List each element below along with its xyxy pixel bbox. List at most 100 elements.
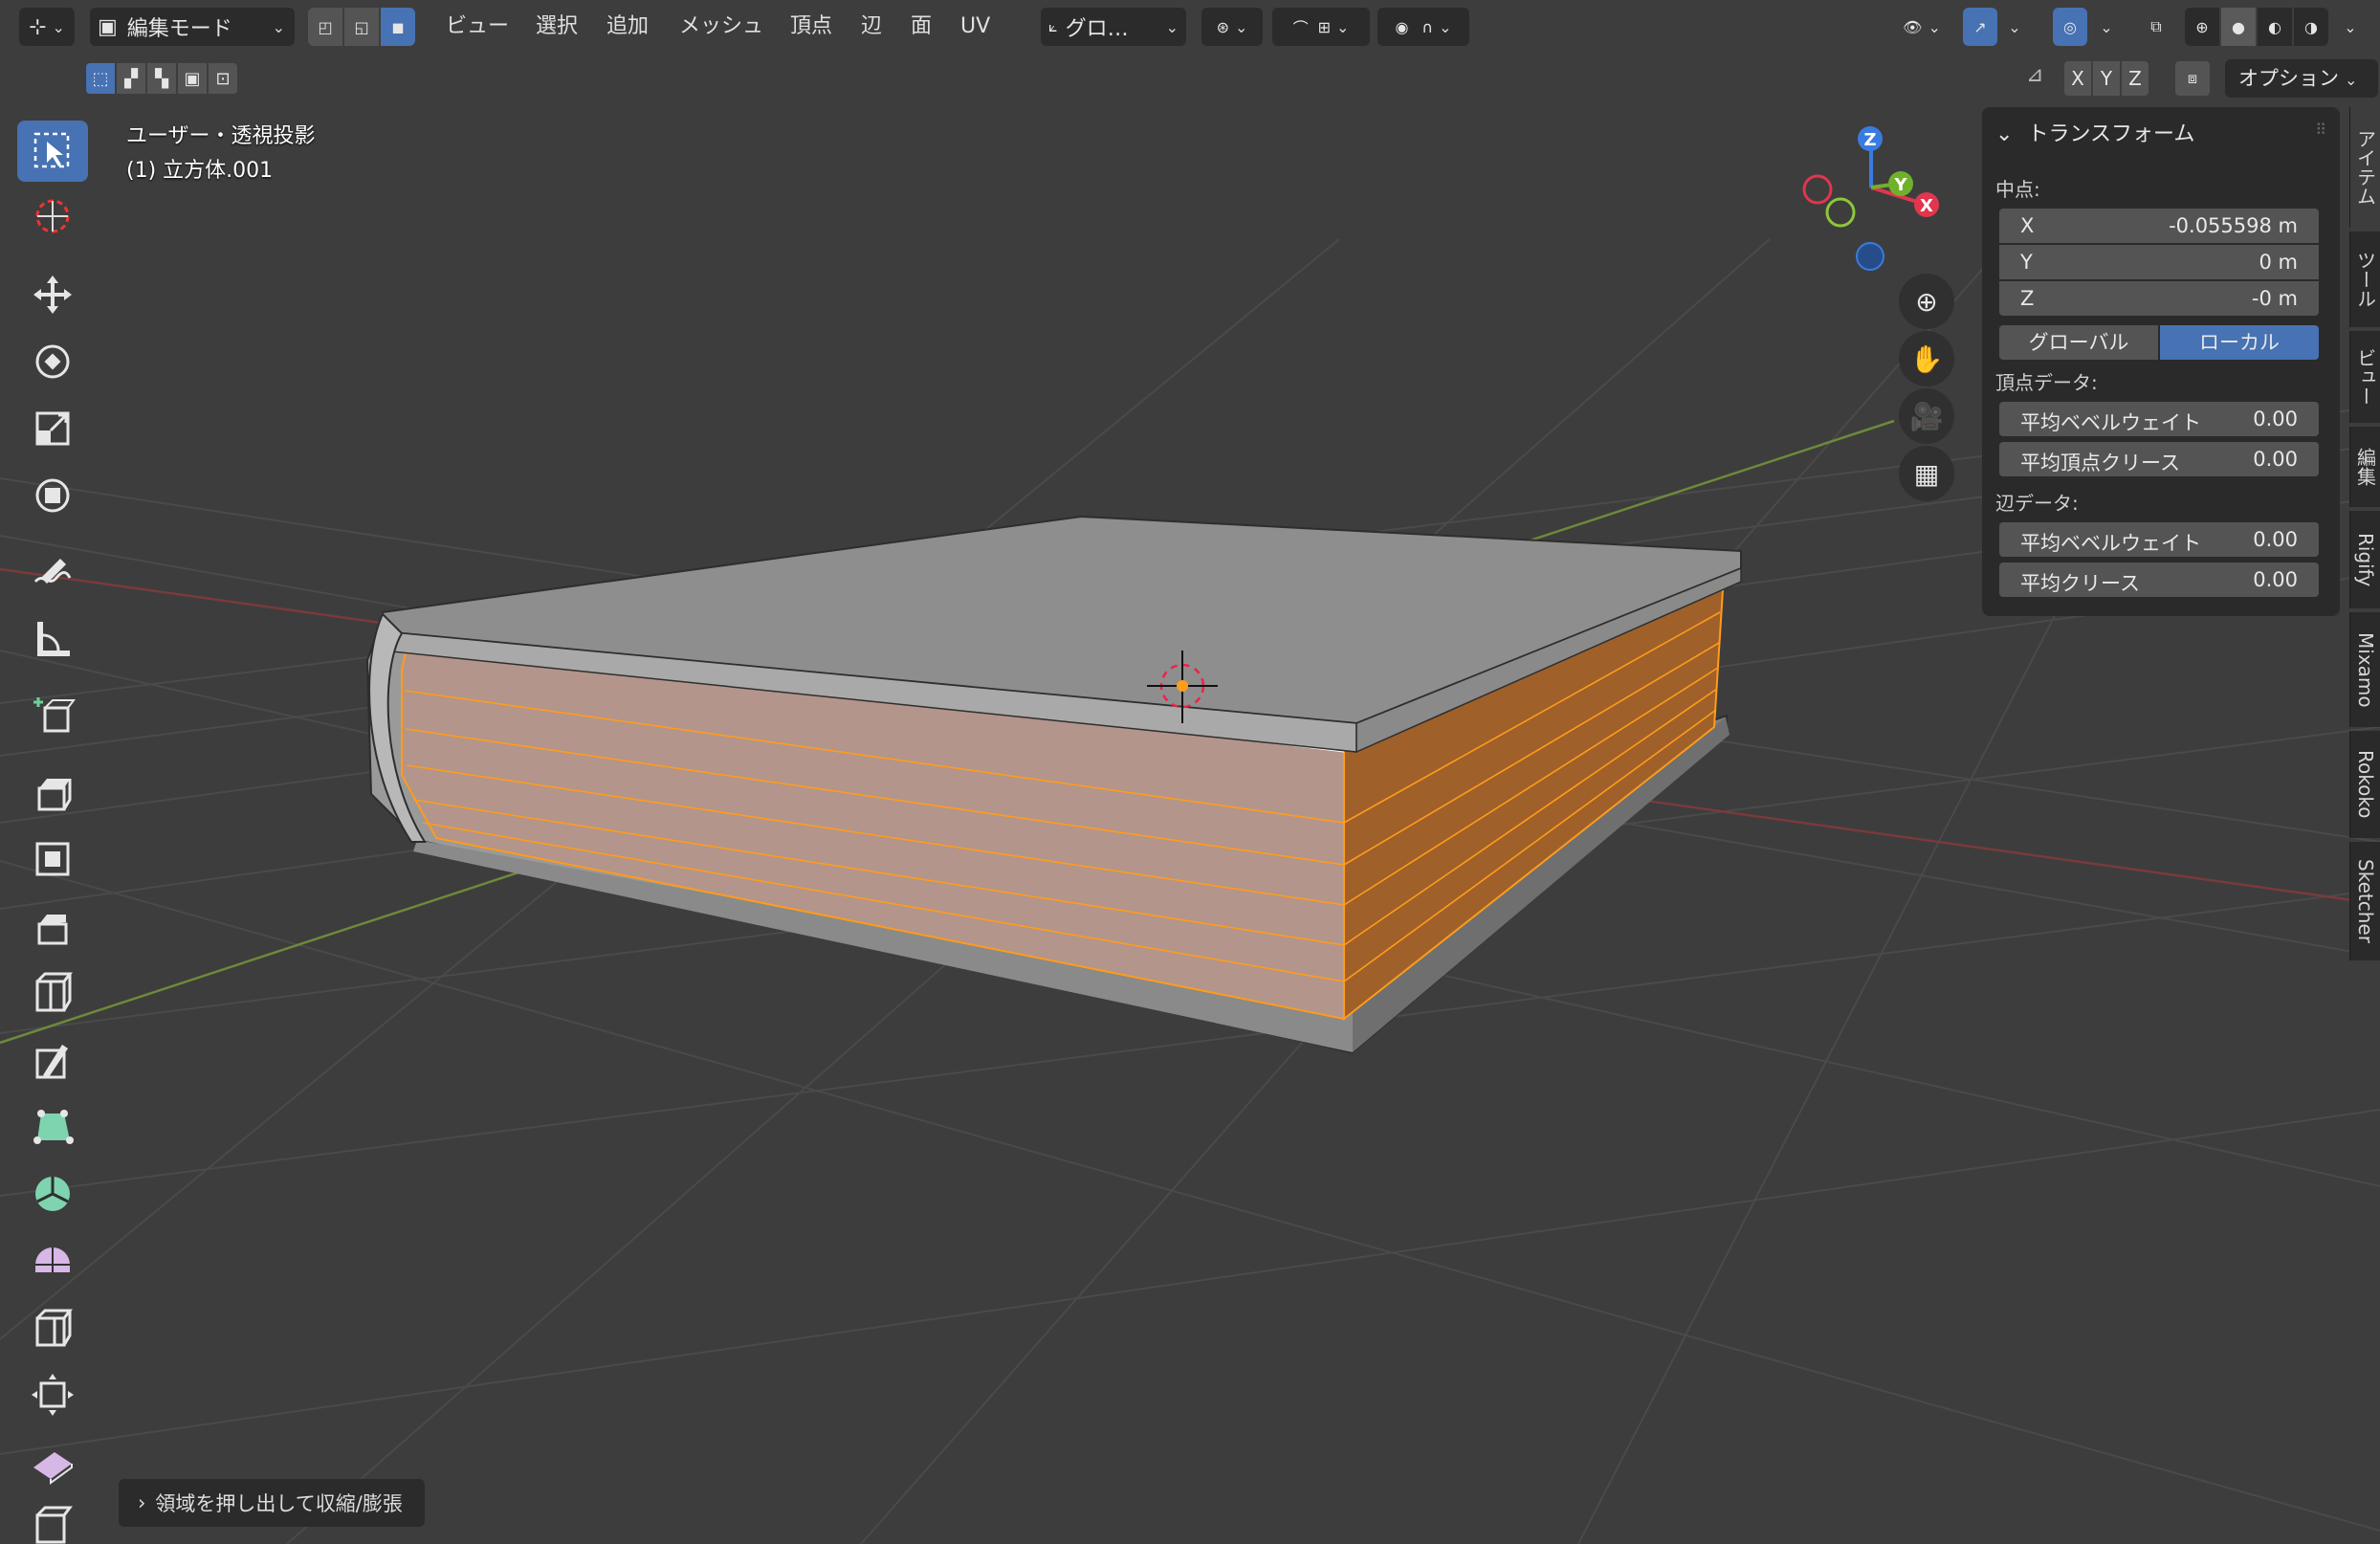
tool-rip[interactable] <box>17 1498 88 1544</box>
overlay-dropdown[interactable]: ⌄ <box>2089 8 2118 46</box>
xray-toggle[interactable]: ⧉ <box>2137 8 2175 46</box>
mirror-x-toggle[interactable]: X <box>2064 61 2091 96</box>
visibility-dropdown[interactable]: 👁 ⌄ <box>1894 8 1950 46</box>
tool-measure[interactable] <box>17 608 88 670</box>
tool-loop-cut[interactable] <box>17 962 88 1024</box>
ortho-toggle-button[interactable]: ▦ <box>1899 446 1954 501</box>
select-mode-new[interactable]: ⬚ <box>86 63 115 94</box>
pivot-point-dropdown[interactable]: ⊛ ⌄ <box>1201 8 1263 46</box>
y-label: Y <box>2020 251 2033 274</box>
tool-shear[interactable] <box>17 1431 88 1492</box>
extrude-icon <box>37 779 72 811</box>
overlay-icon: ◎ <box>2063 17 2077 36</box>
tool-add-cube[interactable] <box>17 685 88 746</box>
tool-edge-slide[interactable] <box>17 1297 88 1358</box>
tool-select-box[interactable] <box>17 121 88 182</box>
options-label: オプション <box>2238 67 2339 90</box>
transform-orientation-dropdown[interactable]: ⟀ グロ… ⌄ <box>1041 8 1186 46</box>
tab-item[interactable]: アイテム <box>2349 107 2380 228</box>
gizmo-toggle[interactable]: ↗ <box>1963 8 1997 46</box>
face-select-button[interactable]: ◼ <box>381 8 415 46</box>
menu-select[interactable]: 選択 <box>536 10 578 44</box>
tool-knife[interactable] <box>17 1029 88 1091</box>
tool-smooth[interactable] <box>17 1230 88 1291</box>
tab-item-label: アイテム <box>2353 129 2377 206</box>
median-x-field[interactable]: X -0.055598 m <box>1999 209 2319 243</box>
tab-sketcher[interactable]: Sketcher <box>2349 842 2380 960</box>
vertex-bevel-weight-field[interactable]: 平均ベベルウェイト 0.00 <box>1999 402 2319 436</box>
select-mode-subtract[interactable]: ▚ <box>147 63 176 94</box>
proportional-edit-controls[interactable]: ◉ ∩ ⌄ <box>1377 8 1469 46</box>
camera-view-button[interactable]: 🎥 <box>1899 388 1954 444</box>
shading-rendered[interactable]: ◑ <box>2294 8 2328 46</box>
local-toggle[interactable]: ローカル <box>2160 325 2319 360</box>
menu-add[interactable]: 追加 <box>606 10 649 44</box>
vertex-crease-field[interactable]: 平均頂点クリース 0.00 <box>1999 442 2319 476</box>
mode-dropdown[interactable]: ▣ 編集モード ⌄ <box>90 8 295 46</box>
spin-icon <box>35 1177 70 1211</box>
tab-rigify[interactable]: Rigify <box>2349 511 2380 608</box>
chevron-down-icon: ⌄ <box>52 17 65 36</box>
tab-rokoko[interactable]: Rokoko <box>2349 731 2380 838</box>
tool-transform[interactable] <box>17 465 88 526</box>
annotate-icon <box>33 559 72 584</box>
pan-button[interactable]: ✋ <box>1899 331 1954 386</box>
mirror-y-toggle[interactable]: Y <box>2093 61 2120 96</box>
tool-poly-build[interactable] <box>17 1096 88 1158</box>
measure-icon <box>37 622 70 656</box>
gizmo-dropdown[interactable]: ⌄ <box>1997 8 2026 46</box>
menu-uv[interactable]: UV <box>960 10 990 44</box>
operator-redo-panel[interactable]: › 領域を押し出して収縮/膨張 <box>119 1479 425 1527</box>
menu-edge[interactable]: 辺 <box>861 10 882 44</box>
tool-cursor[interactable] <box>17 186 88 247</box>
select-mode-intersect[interactable]: ⊡ <box>209 63 237 94</box>
auto-merge-toggle[interactable]: ⧈ <box>2175 61 2210 96</box>
tool-move[interactable] <box>17 264 88 325</box>
tab-view[interactable]: ビュー <box>2349 331 2380 423</box>
snap-controls[interactable]: ⌒ ⊞ ⌄ <box>1272 8 1370 46</box>
global-toggle[interactable]: グローバル <box>1999 325 2158 360</box>
drag-handle-icon[interactable]: ⠿ <box>2315 121 2326 139</box>
overlay-toggle[interactable]: ◎ <box>2053 8 2087 46</box>
transform-panel-header[interactable]: ⌄ トランスフォーム <box>1995 117 2194 147</box>
edge-bevel-weight-field[interactable]: 平均ベベルウェイト 0.00 <box>1999 522 2319 557</box>
shading-material[interactable]: ◐ <box>2258 8 2292 46</box>
select-intersect-icon: ⊡ <box>215 68 231 89</box>
loop-cut-icon <box>35 972 73 1012</box>
menu-face[interactable]: 面 <box>911 10 932 44</box>
tool-bevel[interactable] <box>17 895 88 957</box>
tab-view-label: ビュー <box>2353 348 2377 406</box>
tab-edit[interactable]: 編集 <box>2349 427 2380 507</box>
edge-select-button[interactable]: ◱ <box>344 8 379 46</box>
tool-scale[interactable] <box>17 398 88 459</box>
tool-inset[interactable] <box>17 828 88 890</box>
editor-type-button[interactable]: ⊹ ⌄ <box>19 8 75 46</box>
mirror-z-toggle[interactable]: Z <box>2122 61 2149 96</box>
median-z-field[interactable]: Z -0 m <box>1999 281 2319 316</box>
tab-tool[interactable]: ツール <box>2349 232 2380 327</box>
edge-crease-value: 0.00 <box>2253 568 2298 591</box>
tab-mixamo[interactable]: Mixamo <box>2349 612 2380 727</box>
tool-shrink-fatten[interactable] <box>17 1364 88 1425</box>
z-value: -0 m <box>2251 287 2298 310</box>
tool-rotate[interactable] <box>17 331 88 392</box>
shrink-fatten-icon <box>32 1374 74 1416</box>
menu-vertex[interactable]: 頂点 <box>790 10 832 44</box>
shading-solid[interactable]: ● <box>2221 8 2256 46</box>
shading-dropdown[interactable]: ⌄ <box>2330 8 2365 46</box>
options-dropdown[interactable]: オプション ⌄ <box>2225 59 2378 98</box>
menu-view[interactable]: ビュー <box>446 10 509 44</box>
menu-mesh[interactable]: メッシュ <box>679 10 763 44</box>
tool-annotate[interactable] <box>17 541 88 603</box>
median-y-field[interactable]: Y 0 m <box>1999 245 2319 279</box>
gizmo-x-label: X <box>1920 196 1933 216</box>
select-mode-invert[interactable]: ▣ <box>178 63 207 94</box>
vertex-select-button[interactable]: ◰ <box>308 8 342 46</box>
zoom-button[interactable]: ⊕ <box>1899 274 1954 329</box>
edge-crease-field[interactable]: 平均クリース 0.00 <box>1999 562 2319 597</box>
tool-spin[interactable] <box>17 1163 88 1224</box>
select-mode-extend[interactable]: ▞ <box>117 63 145 94</box>
shading-wireframe[interactable]: ⊕ <box>2185 8 2219 46</box>
bevel-icon <box>37 915 68 945</box>
tool-extrude[interactable] <box>17 761 88 823</box>
